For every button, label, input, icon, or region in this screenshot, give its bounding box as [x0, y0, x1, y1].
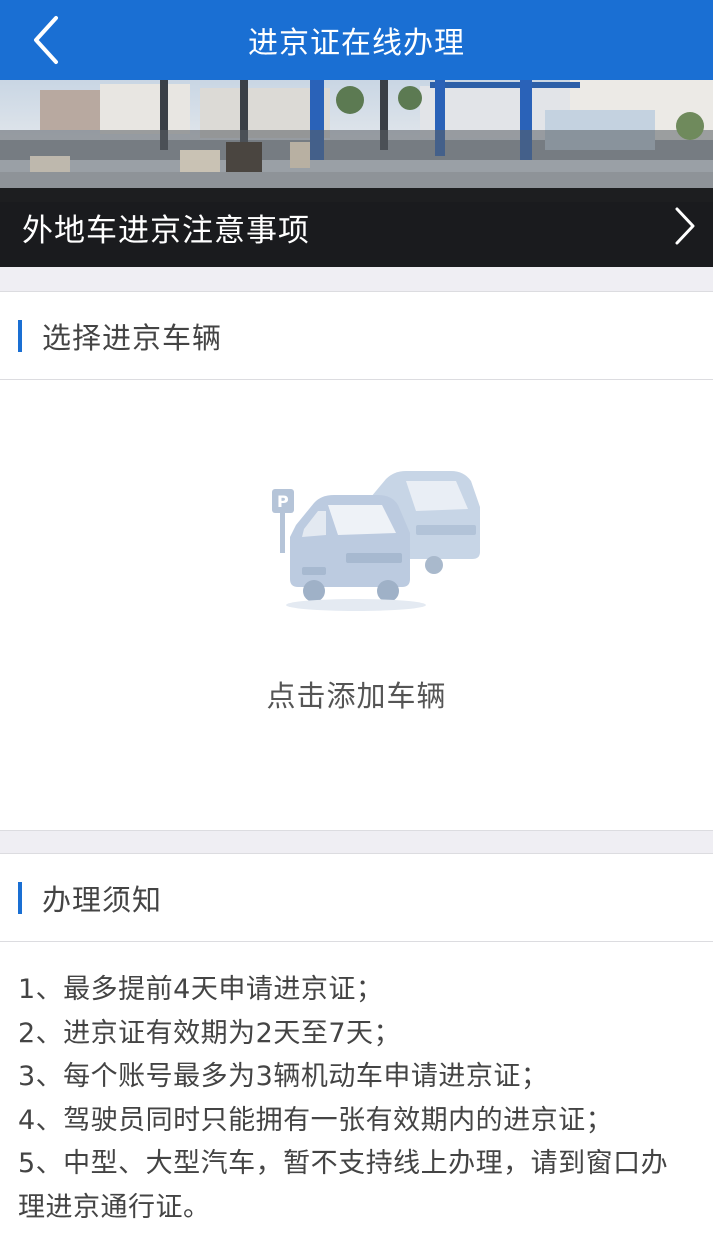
section-accent-bar — [18, 319, 22, 352]
banner-caption-link[interactable]: 外地车进京注意事项 — [0, 188, 713, 267]
section-accent-bar — [18, 881, 22, 914]
banner-caption: 外地车进京注意事项 — [22, 213, 310, 249]
notice-item: 2、进京证有效期为2天至7天； — [18, 1017, 402, 1049]
cars-placeholder-icon: P — [272, 471, 480, 611]
notice-section-header: 办理须知 — [0, 854, 713, 942]
notice-item: 3、每个账号最多为3辆机动车申请进京证； — [18, 1061, 549, 1092]
notice-banner: 外地车进京注意事项 — [0, 80, 713, 267]
chevron-right-icon — [675, 207, 695, 245]
notice-list: 1、最多提前4天申请进京证； 2、进京证有效期为2天至7天； 3、每个账号最多为… — [0, 942, 713, 1229]
notice-item: 4、驾驶员同时只能拥有一张有效期内的进京证； — [18, 1104, 614, 1136]
chevron-left-icon — [34, 16, 58, 64]
vehicle-section-title: 选择进京车辆 — [42, 320, 223, 355]
nav-bar: 进京证在线办理 — [0, 0, 713, 80]
page-title: 进京证在线办理 — [248, 26, 465, 61]
add-vehicle-button[interactable]: P 点击添加车辆 — [0, 380, 713, 830]
svg-text:P: P — [277, 492, 289, 511]
notice-item: 5、中型、大型汽车，暂不支持线上办理，请到窗口办理进京通行证。 — [18, 1148, 669, 1223]
notice-card: 办理须知 1、最多提前4天申请进京证； 2、进京证有效期为2天至7天； 3、每个… — [0, 853, 713, 1248]
notice-section-title: 办理须知 — [42, 882, 163, 917]
vehicle-card: 选择进京车辆 P 点击添加车辆 — [0, 291, 713, 831]
notice-item: 1、最多提前4天申请进京证； — [18, 974, 384, 1005]
back-button[interactable] — [28, 14, 68, 66]
add-vehicle-label: 点击添加车辆 — [266, 679, 447, 713]
vehicle-section-header: 选择进京车辆 — [0, 292, 713, 380]
